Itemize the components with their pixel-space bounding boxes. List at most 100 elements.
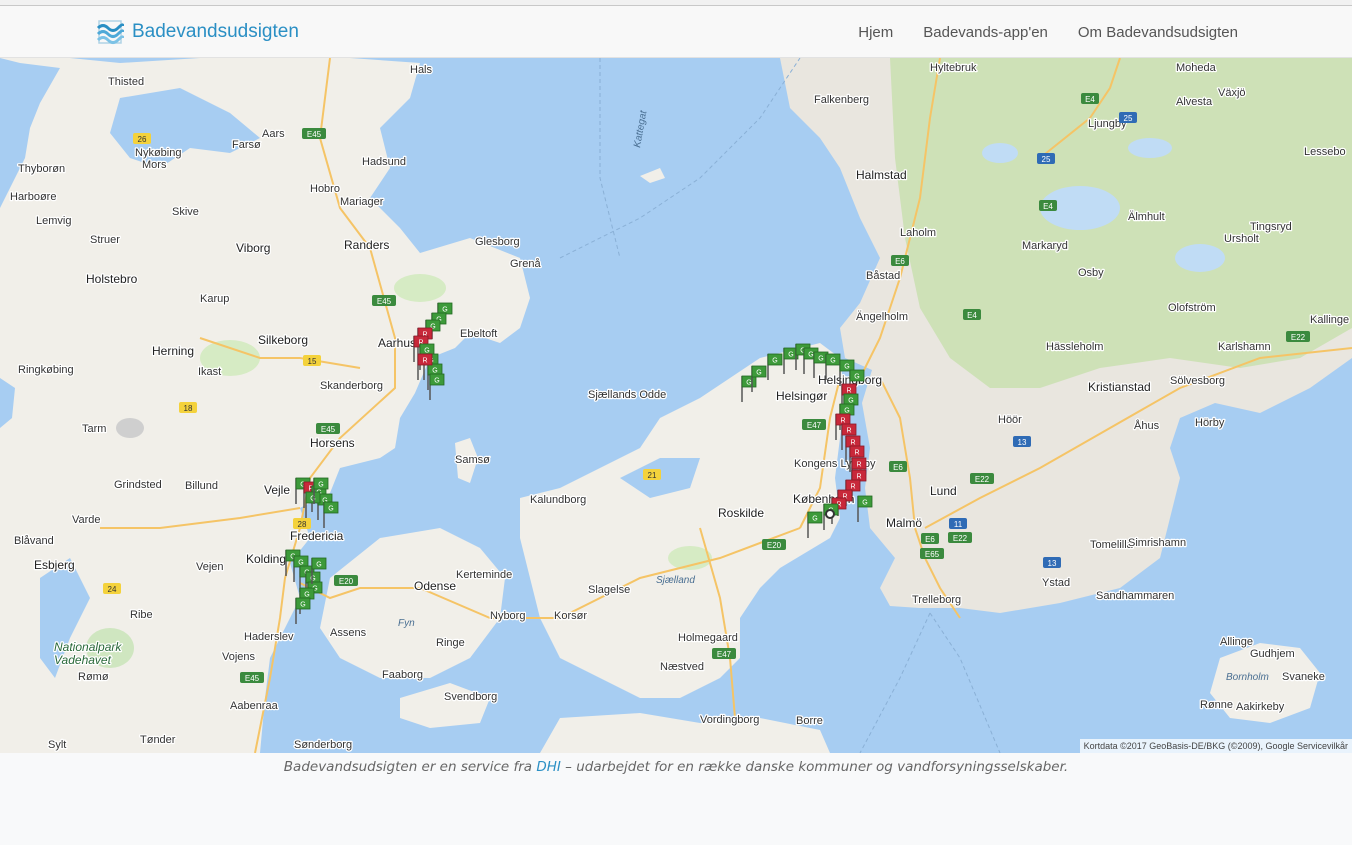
place-label: Mariager bbox=[340, 196, 384, 208]
place-label: Tarm bbox=[82, 423, 106, 435]
map-svg: Thisted Hals AarsFarsø Hadsund NykøbingMors T… bbox=[0, 58, 1352, 753]
place-label: Harboøre bbox=[10, 191, 56, 203]
route-shield: E45 bbox=[302, 128, 326, 139]
nav-link-app[interactable]: Badevands-app'en bbox=[908, 24, 1063, 41]
lake bbox=[982, 143, 1018, 163]
place-label: Kristianstad bbox=[1088, 380, 1151, 394]
svg-text:E4: E4 bbox=[1043, 202, 1053, 211]
svg-text:R: R bbox=[854, 450, 859, 457]
svg-text:E45: E45 bbox=[245, 674, 260, 683]
svg-text:E6: E6 bbox=[895, 257, 905, 266]
route-shield: 13 bbox=[1013, 436, 1031, 447]
place-label: Trelleborg bbox=[912, 594, 961, 606]
place-label: Haderslev bbox=[244, 631, 294, 643]
place-label: Hörby bbox=[1195, 417, 1225, 429]
navbar: Badevandsudsigten Hjem Badevands-app'en … bbox=[0, 6, 1352, 58]
svg-text:G: G bbox=[848, 398, 853, 405]
place-label: Vejle bbox=[264, 483, 290, 497]
nav-link-hjem[interactable]: Hjem bbox=[843, 24, 908, 41]
svg-text:G: G bbox=[300, 602, 305, 609]
dhi-link[interactable]: DHI bbox=[536, 759, 561, 775]
place-label: Borre bbox=[796, 715, 823, 727]
place-label: Hyltebruk bbox=[930, 62, 977, 74]
svg-text:13: 13 bbox=[1048, 559, 1057, 568]
place-label: Thyborøn bbox=[18, 163, 65, 175]
nav-link-om[interactable]: Om Badevandsudsigten bbox=[1063, 24, 1352, 41]
place-label: Hobro bbox=[310, 183, 340, 195]
place-label: Fyn bbox=[398, 618, 415, 629]
route-shield: E4 bbox=[963, 309, 981, 320]
route-shield: E4 bbox=[1081, 93, 1099, 104]
svg-text:G: G bbox=[844, 408, 849, 415]
place-label: Sønderborg bbox=[294, 739, 352, 751]
svg-text:G: G bbox=[316, 562, 321, 569]
place-label: Assens bbox=[330, 627, 367, 639]
svg-text:E22: E22 bbox=[953, 534, 968, 543]
route-shield: E6 bbox=[889, 461, 907, 472]
place-label: Kolding bbox=[246, 552, 286, 566]
place-label: Moheda bbox=[1176, 62, 1217, 74]
place-label: Bornholm bbox=[1226, 672, 1269, 683]
place-label: Malmö bbox=[886, 516, 922, 530]
place-label: Nykøbing bbox=[135, 147, 181, 159]
svg-text:G: G bbox=[862, 500, 867, 507]
place-label: Lessebo bbox=[1304, 146, 1346, 158]
svg-text:G: G bbox=[788, 352, 793, 359]
national-park-label: Nationalpark bbox=[54, 640, 122, 654]
place-label: Thisted bbox=[108, 76, 144, 88]
forest-patch bbox=[394, 274, 446, 302]
place-label: Slagelse bbox=[588, 584, 630, 596]
route-shield: 24 bbox=[103, 583, 121, 594]
svg-text:G: G bbox=[812, 516, 817, 523]
place-label: Næstved bbox=[660, 661, 704, 673]
route-shield: E20 bbox=[762, 539, 786, 550]
place-label: Simrishamn bbox=[1128, 537, 1186, 549]
place-label: Kerteminde bbox=[456, 569, 512, 581]
svg-text:G: G bbox=[442, 307, 447, 314]
svg-text:15: 15 bbox=[308, 357, 317, 366]
svg-text:G: G bbox=[854, 374, 859, 381]
place-label: Osby bbox=[1078, 267, 1104, 279]
svg-text:E20: E20 bbox=[767, 541, 782, 550]
svg-text:G: G bbox=[830, 358, 835, 365]
svg-text:E65: E65 bbox=[925, 550, 940, 559]
svg-text:13: 13 bbox=[1018, 438, 1027, 447]
svg-text:26: 26 bbox=[138, 135, 147, 144]
svg-text:E6: E6 bbox=[925, 535, 935, 544]
place-label: Sylt bbox=[48, 739, 66, 751]
svg-text:E47: E47 bbox=[717, 650, 732, 659]
place-label: Blåvand bbox=[14, 535, 54, 547]
place-label: Struer bbox=[90, 234, 120, 246]
place-label: Aabenraa bbox=[230, 700, 279, 712]
place-label: Halmstad bbox=[856, 168, 907, 182]
place-label: Laholm bbox=[900, 227, 936, 239]
svg-text:28: 28 bbox=[298, 520, 307, 529]
footer-text-post: – udarbejdet for en række danske kommune… bbox=[560, 759, 1069, 775]
svg-text:E4: E4 bbox=[967, 311, 977, 320]
map-attribution[interactable]: Kortdata ©2017 GeoBasis-DE/BKG (©2009), … bbox=[1079, 739, 1352, 753]
map-canvas[interactable]: Thisted Hals Aars Farsø Hadsund Nykøbing Mors T… bbox=[0, 58, 1352, 753]
place-label: Vordingborg bbox=[700, 714, 759, 726]
place-label: Horsens bbox=[310, 436, 355, 450]
svg-text:G: G bbox=[310, 576, 315, 583]
route-shield: 13 bbox=[1043, 557, 1061, 568]
place-label: Älmhult bbox=[1128, 211, 1165, 223]
place-label: Nyborg bbox=[490, 610, 525, 622]
svg-text:E45: E45 bbox=[377, 297, 392, 306]
svg-text:G: G bbox=[432, 368, 437, 375]
place-label: Korsør bbox=[554, 610, 587, 622]
place-label: Rømø bbox=[78, 671, 109, 683]
place-label: Grindsted bbox=[114, 479, 162, 491]
lake bbox=[1175, 244, 1225, 272]
place-label: Gudhjem bbox=[1250, 648, 1295, 660]
svg-text:G: G bbox=[756, 370, 761, 377]
place-label: Esbjerg bbox=[34, 558, 75, 572]
place-label: Båstad bbox=[866, 270, 900, 282]
route-shield: 26 bbox=[133, 133, 151, 144]
svg-text:R: R bbox=[422, 358, 427, 365]
route-shield: 21 bbox=[643, 469, 661, 480]
route-shield: 15 bbox=[303, 355, 321, 366]
brand-link[interactable]: Badevandsudsigten bbox=[96, 19, 299, 45]
place-label: Roskilde bbox=[718, 506, 764, 520]
place-label: Lemvig bbox=[36, 215, 71, 227]
